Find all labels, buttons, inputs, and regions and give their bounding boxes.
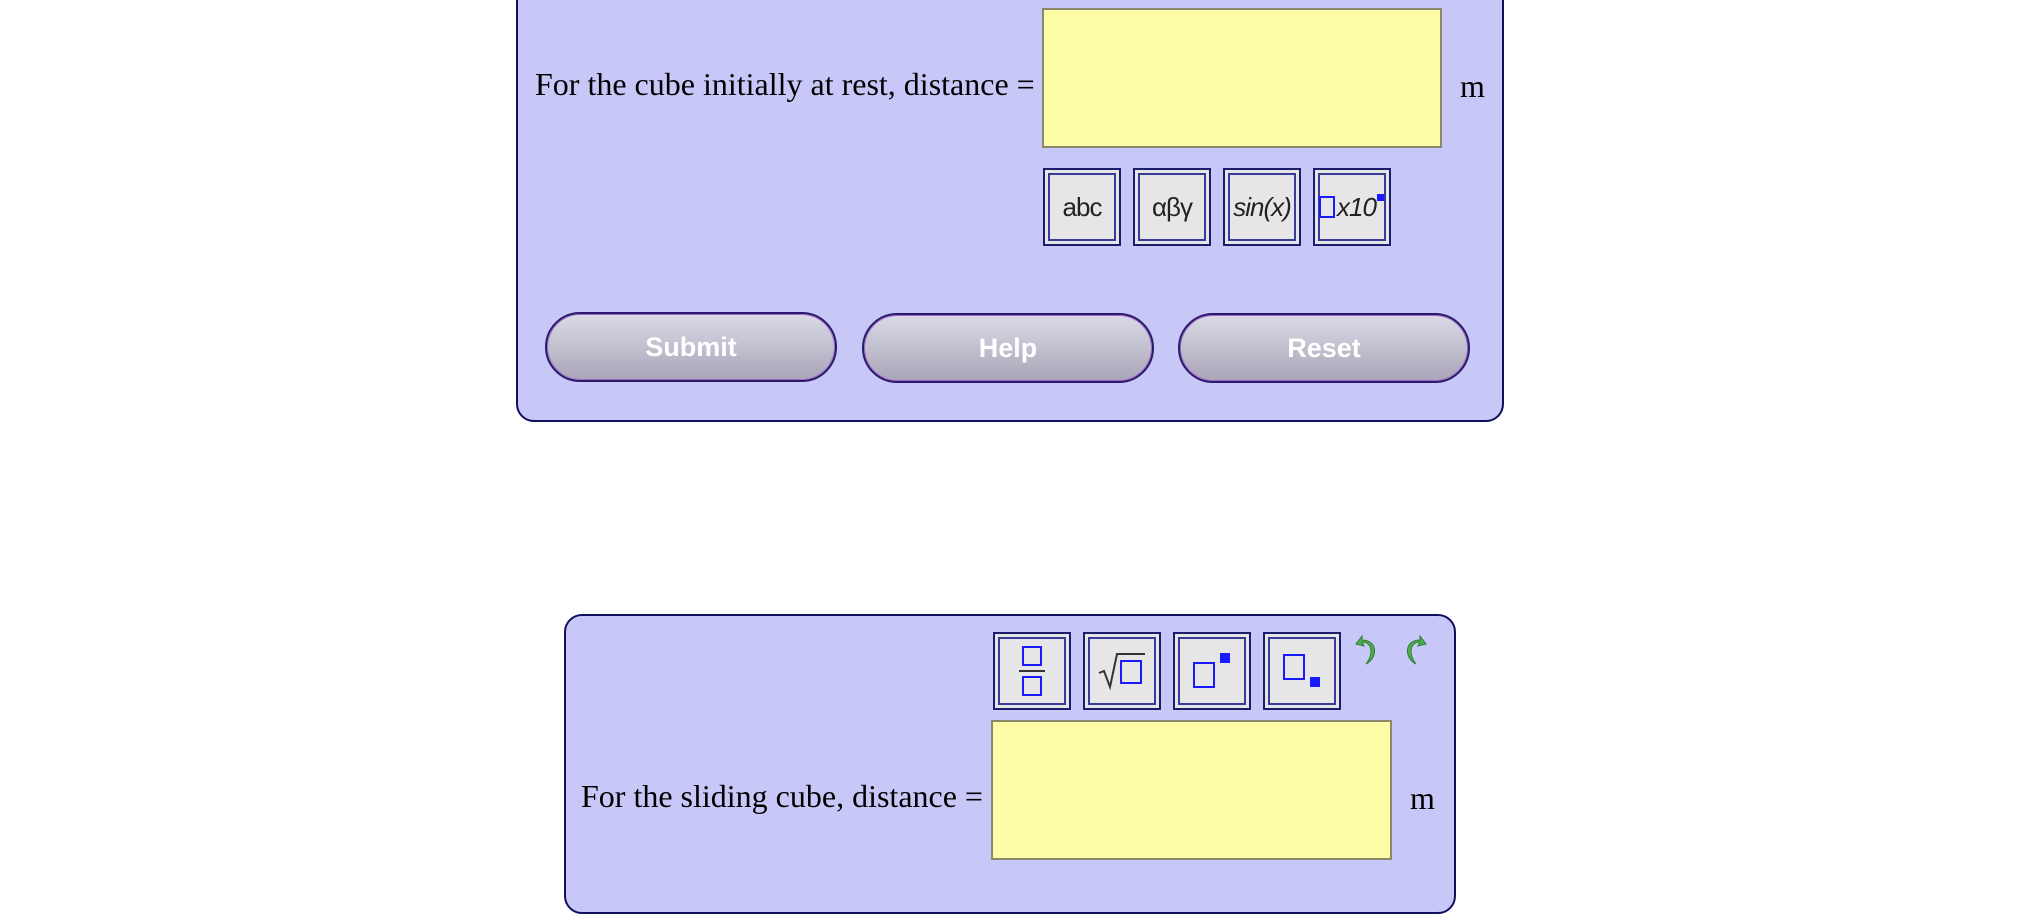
scientific-notation-icon: x10 [1318,192,1386,223]
unit-label: m [1460,68,1485,104]
function-button[interactable]: sin(x) [1223,168,1301,246]
subscript-icon [1283,654,1320,687]
abc-text-icon: abc [1062,191,1103,222]
function-icon: sin(x) [1233,191,1292,222]
fraction-icon [1019,646,1045,696]
greek-letters-icon: αβγ [1152,191,1193,222]
prompt-label: For the sliding cube, distance = [581,778,983,814]
help-button[interactable]: Help [862,313,1154,383]
answer-input[interactable] [991,720,1392,860]
superscript-icon [1193,653,1230,688]
prompt-label: For the cube initially at rest, distance… [535,66,1035,102]
superscript-button[interactable] [1173,632,1251,710]
submit-button[interactable]: Submit [545,312,837,382]
abc-text-button[interactable]: abc [1043,168,1121,246]
fraction-button[interactable] [993,632,1071,710]
greek-letters-button[interactable]: αβγ [1133,168,1211,246]
reset-button[interactable]: Reset [1178,313,1470,383]
square-root-icon [1098,653,1145,691]
square-root-button[interactable] [1083,632,1161,710]
undo-icon[interactable] [1354,632,1384,668]
unit-label: m [1410,780,1435,816]
subscript-button[interactable] [1263,632,1341,710]
redo-icon[interactable] [1398,632,1428,668]
scientific-notation-button[interactable]: x10 [1313,168,1391,246]
answer-input[interactable] [1042,8,1442,148]
